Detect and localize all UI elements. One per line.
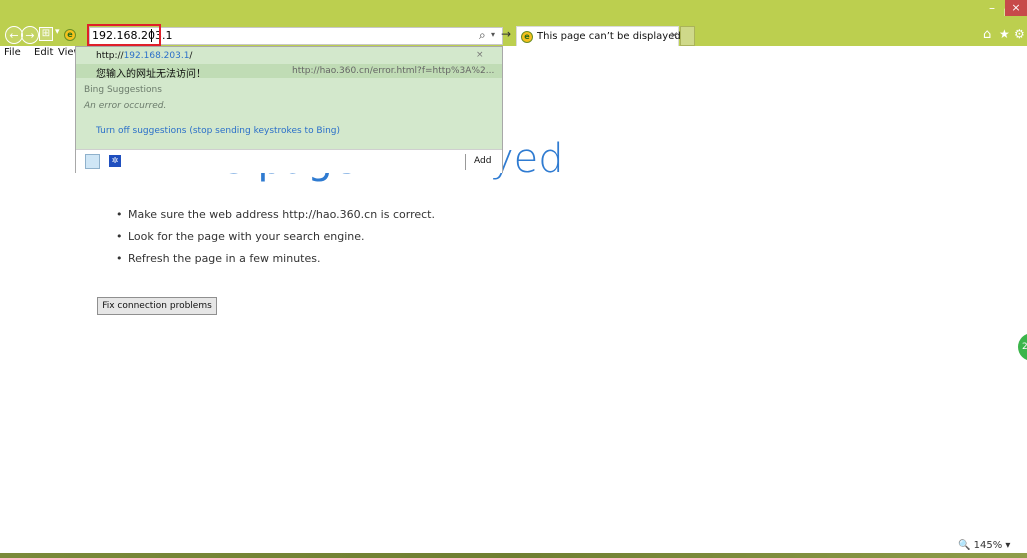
address-suggestions-dropdown: http://192.168.203.1/ × 您输入的网址无法访问！ http… (75, 46, 503, 173)
bing-provider-icon[interactable] (85, 154, 100, 169)
home-icon[interactable]: ⌂ (983, 27, 991, 42)
zoom-icon: 🔍 (958, 540, 971, 551)
list-item: Refresh the page in a few minutes. (116, 248, 435, 270)
new-tab-button[interactable] (680, 26, 695, 46)
favorites-star-icon[interactable]: ★ (999, 27, 1010, 41)
url-prefix: http:// (96, 51, 124, 61)
compatibility-view-icon[interactable]: ⊞ (39, 27, 53, 41)
tab-close-icon[interactable]: × (670, 30, 678, 41)
turn-off-suggestions-link[interactable]: Turn off suggestions (stop sending keyst… (96, 126, 340, 136)
suggestion-link-url: http://hao.360.cn/error.html?f=http%3A%2… (292, 66, 495, 76)
search-dropdown-icon[interactable]: ▾ (491, 30, 495, 39)
url-host: 192.168.203.1 (123, 51, 190, 61)
menu-edit[interactable]: Edit (34, 47, 53, 58)
suggestion-error: An error occurred. (84, 101, 167, 111)
bing-suggestions-heading: Bing Suggestions (84, 85, 162, 95)
suggestion-url[interactable]: http://192.168.203.1/ (96, 51, 522, 61)
baidu-provider-icon[interactable]: ✲ (109, 155, 121, 167)
tab-favicon-icon: e (521, 31, 533, 43)
search-provider-bar: ✲ Add (76, 149, 502, 173)
list-item: Make sure the web address http://hao.360… (116, 204, 435, 226)
site-favicon-icon: e (64, 29, 76, 41)
list-item: Look for the page with your search engin… (116, 226, 435, 248)
browser-toolbar: – ❐ × ← → ⊞ ▾ e 192.168.203.1 ⌕ ▾ → e Th… (0, 0, 1027, 46)
gear-icon[interactable]: ⚙ (1014, 27, 1025, 41)
side-floating-badge[interactable]: 2 (1018, 333, 1027, 361)
search-icon[interactable]: ⌕ (479, 28, 486, 43)
tab-title: This page can’t be displayed (537, 31, 681, 42)
zoom-dropdown-icon[interactable]: ▾ (1005, 540, 1010, 551)
zoom-control[interactable]: 🔍 145% ▾ (958, 540, 1010, 551)
minimize-button[interactable]: – (985, 1, 999, 15)
address-highlight-box (87, 24, 161, 46)
tab-current[interactable]: e This page can’t be displayed × (516, 26, 681, 46)
compat-dropdown-icon[interactable]: ▾ (55, 27, 60, 37)
menu-file[interactable]: File (4, 47, 21, 58)
forward-button[interactable]: → (21, 26, 39, 44)
close-window-button[interactable]: × (1005, 0, 1027, 16)
add-provider-button[interactable]: Add (474, 156, 491, 166)
suggestion-close-icon[interactable]: × (476, 50, 484, 60)
suggestion-title: 您输入的网址无法访问！ (96, 69, 206, 80)
zoom-level: 145% (973, 540, 1003, 551)
go-arrow-icon[interactable]: → (501, 27, 511, 41)
url-suffix: / (189, 51, 193, 61)
divider (465, 154, 466, 170)
suggestion-list: Make sure the web address http://hao.360… (116, 204, 435, 270)
suggestion-selected[interactable]: 您输入的网址无法访问！ http://hao.360.cn/error.html… (76, 64, 502, 80)
fix-connection-button[interactable]: Fix connection problems (97, 297, 217, 315)
taskbar (0, 553, 1027, 558)
